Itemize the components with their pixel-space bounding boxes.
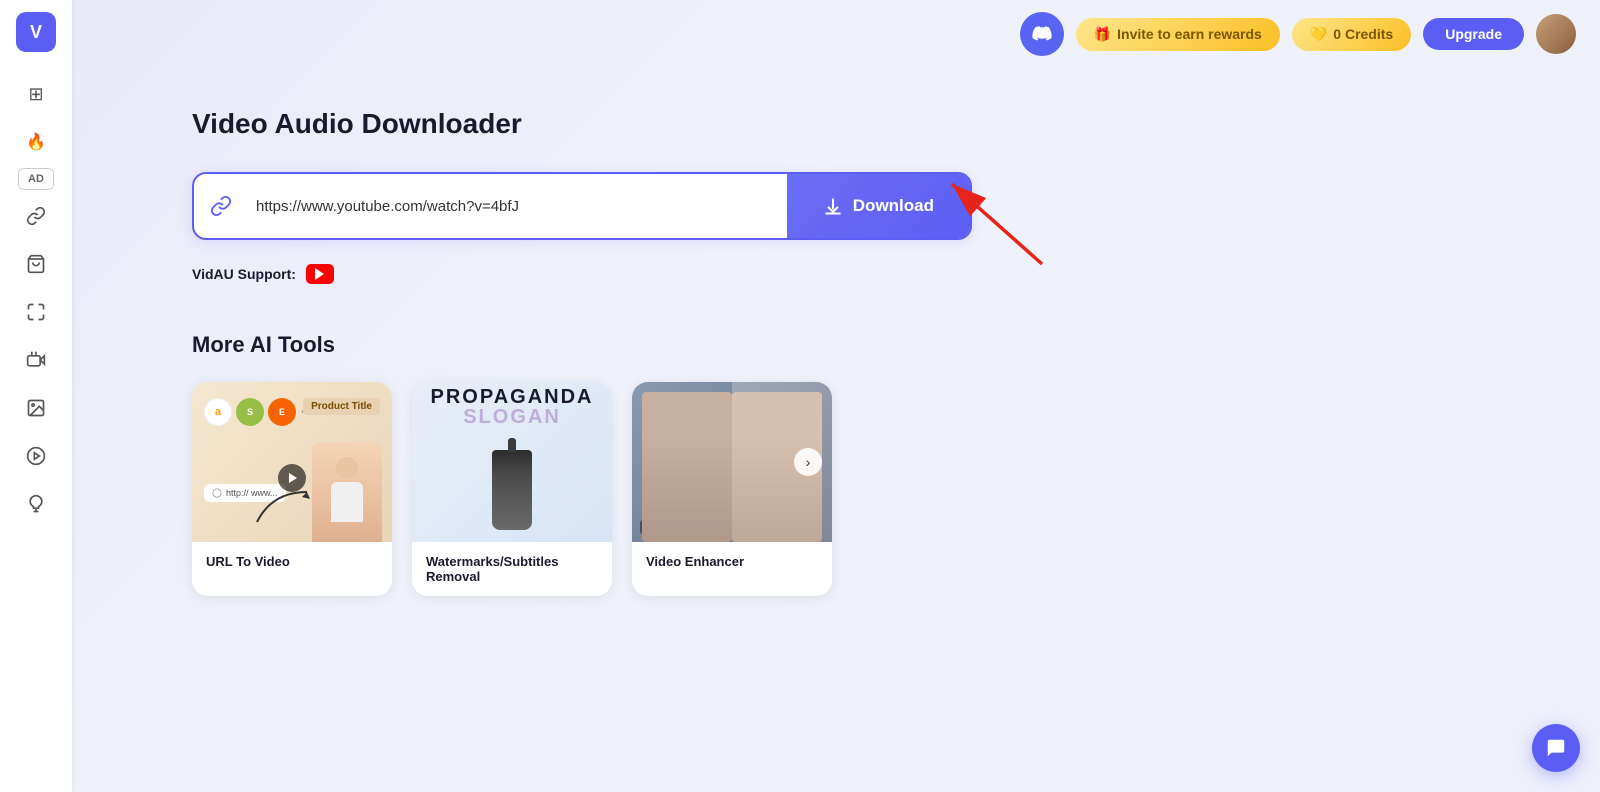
download-button[interactable]: Download xyxy=(787,172,970,240)
credits-icon: 💛 xyxy=(1310,26,1327,43)
invite-icon: 🎁 xyxy=(1094,26,1111,43)
page-title: Video Audio Downloader xyxy=(192,108,1520,140)
card3-next-button[interactable]: › xyxy=(794,448,822,476)
grid-icon[interactable]: ⊞ xyxy=(14,72,58,116)
bag-icon[interactable] xyxy=(14,242,58,286)
tool-card-watermarks[interactable]: PROPAGANDA SLOGAN Watermarks/Subtitles R… xyxy=(412,382,612,596)
tools-grid: a S E ··· Product Title http:// www... xyxy=(192,382,1520,596)
url-input[interactable] xyxy=(248,198,787,215)
logo-letter: V xyxy=(30,22,42,43)
invite-label: Invite to earn rewards xyxy=(1117,26,1262,42)
header: 🎁 Invite to earn rewards 💛 0 Credits Upg… xyxy=(72,0,1600,68)
url-to-video-card-image: a S E ··· Product Title http:// www... xyxy=(192,382,392,542)
ad-icon[interactable]: AD xyxy=(18,168,54,190)
shopify-logo: S xyxy=(236,398,264,426)
credits-button[interactable]: 💛 0 Credits xyxy=(1292,18,1411,51)
card1-arrow xyxy=(252,487,312,527)
sidebar: V ⊞ 🔥 AD xyxy=(0,0,72,792)
card2-slogan-shadow: SLOGAN xyxy=(431,406,594,428)
avatar-image xyxy=(1536,14,1576,54)
play-circle-icon[interactable] xyxy=(14,434,58,478)
app-logo[interactable]: V xyxy=(16,12,56,52)
enhancer-card-image: Before After › xyxy=(632,382,832,542)
link-icon[interactable] xyxy=(14,194,58,238)
discord-button[interactable] xyxy=(1020,12,1064,56)
avatar[interactable] xyxy=(1536,14,1576,54)
fire-icon[interactable]: 🔥 xyxy=(14,120,58,164)
image-icon[interactable] xyxy=(14,386,58,430)
tool-card-watermarks-label: Watermarks/Subtitles Removal xyxy=(412,542,612,596)
watermarks-card-image: PROPAGANDA SLOGAN xyxy=(412,382,612,542)
card2-propaganda-text: PROPAGANDA xyxy=(431,386,594,408)
upgrade-button[interactable]: Upgrade xyxy=(1423,18,1524,50)
tool-card-video-enhancer-label: Video Enhancer xyxy=(632,542,832,581)
tool-card-url-to-video-label: URL To Video xyxy=(192,542,392,581)
download-label: Download xyxy=(853,196,934,216)
etsy-logo: E xyxy=(268,398,296,426)
card1-person xyxy=(312,442,382,542)
video-badge-icon[interactable] xyxy=(14,338,58,382)
card1-logos: a S E ··· xyxy=(204,398,316,426)
content-area: Video Audio Downloader Download xyxy=(72,68,1600,792)
float-chat-button[interactable] xyxy=(1532,724,1580,772)
support-label: VidAU Support: xyxy=(192,266,296,282)
scan-icon[interactable] xyxy=(14,290,58,334)
invite-button[interactable]: 🎁 Invite to earn rewards xyxy=(1076,18,1280,51)
bulb-icon[interactable] xyxy=(14,482,58,526)
card3-before-panel: Before xyxy=(632,382,732,542)
tool-card-url-to-video[interactable]: a S E ··· Product Title http:// www... xyxy=(192,382,392,596)
support-row: VidAU Support: xyxy=(192,264,1520,284)
url-link-icon xyxy=(194,195,248,217)
more-tools-title: More AI Tools xyxy=(192,332,1520,358)
card3-person-before xyxy=(642,392,732,542)
tool-card-video-enhancer[interactable]: Before After › Video Enhancer xyxy=(632,382,832,596)
credits-label: 0 Credits xyxy=(1333,26,1393,42)
url-bar: Download xyxy=(192,172,972,240)
amazon-logo: a xyxy=(204,398,232,426)
main-content: 🎁 Invite to earn rewards 💛 0 Credits Upg… xyxy=(72,0,1600,792)
card2-bottle xyxy=(492,450,532,530)
card1-product-title: Product Title xyxy=(303,398,380,415)
youtube-icon[interactable] xyxy=(306,264,334,284)
